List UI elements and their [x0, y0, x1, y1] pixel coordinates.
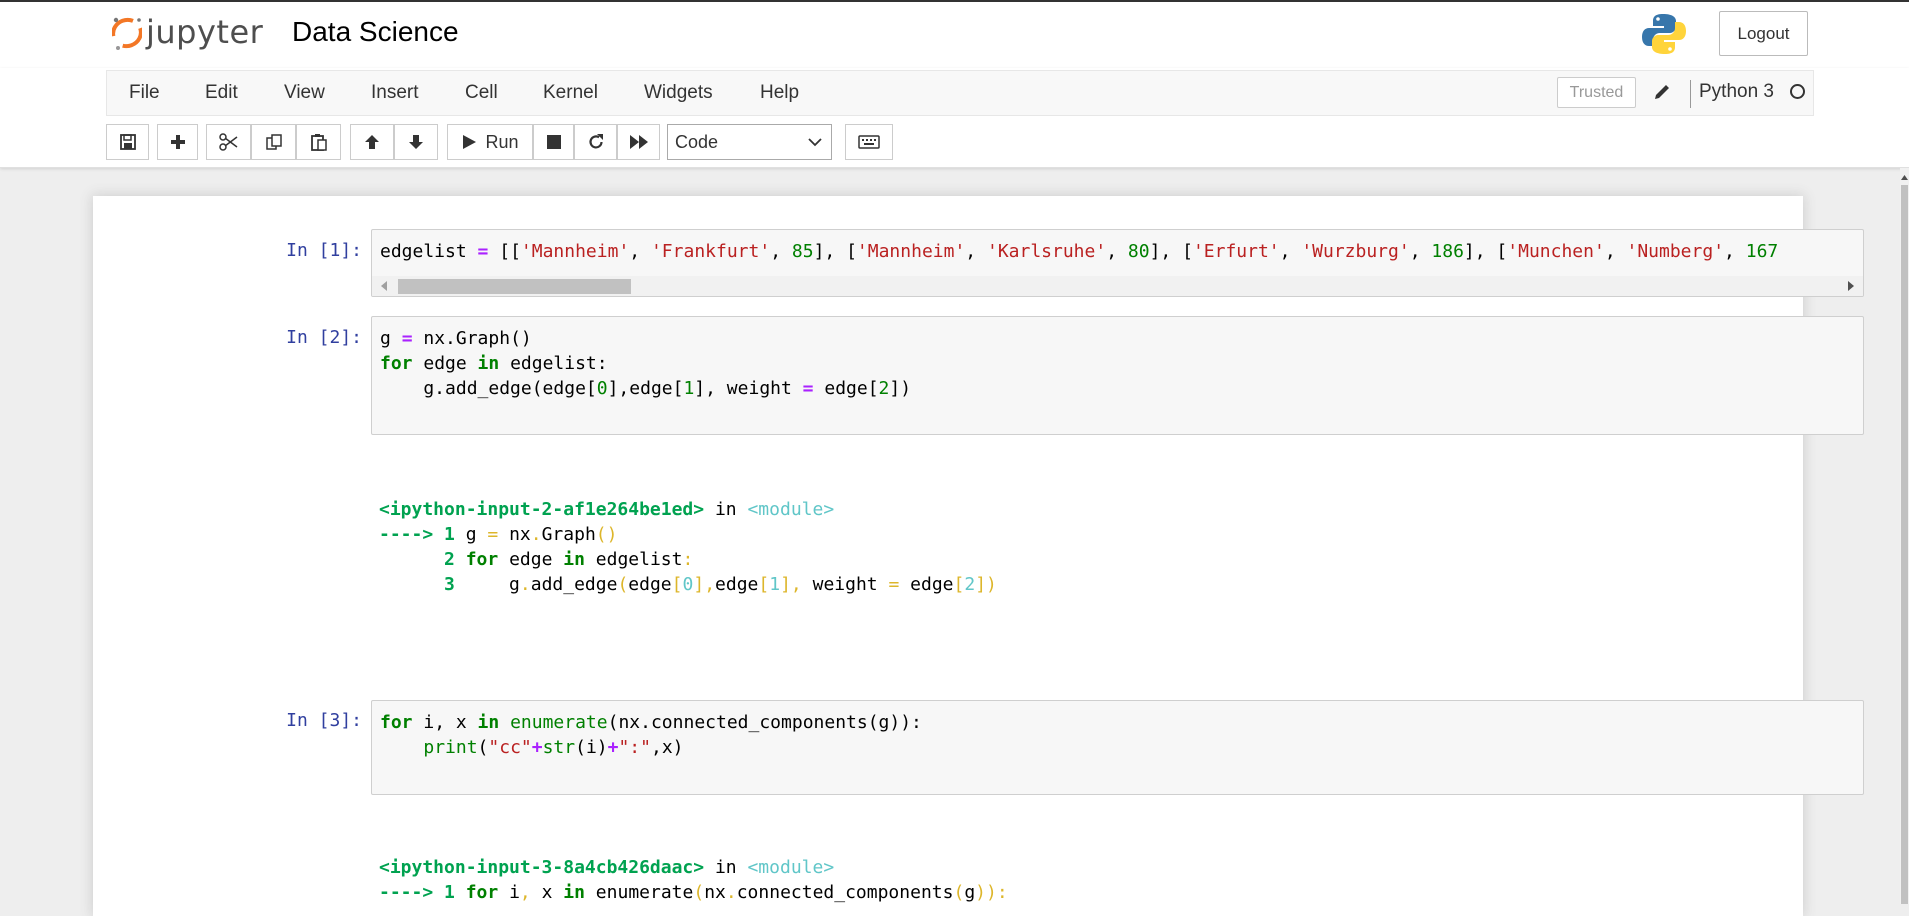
restart-icon [588, 134, 603, 149]
menu-edit[interactable]: Edit [205, 82, 238, 104]
play-icon [463, 135, 477, 149]
logout-button[interactable]: Logout [1719, 11, 1808, 56]
cell-prompt: In [2]: [286, 327, 362, 348]
cut-icon [218, 133, 237, 151]
arrow-up-icon [365, 135, 379, 149]
run-label: Run [485, 131, 519, 152]
cell-prompt: In [3]: [286, 710, 362, 731]
menu-divider [1690, 80, 1691, 108]
traceback-line: ----> 1 for i, x in enumerate(nx.connect… [379, 882, 1008, 903]
kernel-idle-indicator-icon [1790, 84, 1805, 99]
cell-type-select[interactable]: Code [667, 124, 832, 160]
menu-widgets[interactable]: Widgets [644, 82, 713, 104]
plus-icon [170, 135, 185, 149]
chevron-down-icon [808, 138, 822, 147]
code-line: g = nx.Graph() [380, 328, 532, 349]
jupyter-logo-icon [112, 17, 142, 50]
edit-pencil-icon[interactable] [1653, 83, 1671, 106]
cell-prompt: In [1]: [286, 240, 362, 261]
code-cell-1[interactable]: edgelist = [['Mannheim', 'Frankfurt', 85… [371, 229, 1864, 297]
restart-button[interactable] [574, 124, 617, 160]
jupyter-logo[interactable]: jupyter [112, 12, 263, 52]
paste-button[interactable] [296, 124, 341, 160]
traceback-line: 2 for edge in edgelist: [444, 549, 694, 570]
code-cell-3[interactable]: for i, x in enumerate(nx.connected_compo… [371, 700, 1864, 795]
logo-text: jupyter [146, 13, 264, 51]
code-line: print("cc"+str(i)+":",x) [423, 737, 684, 758]
menu-view[interactable]: View [284, 82, 325, 104]
copy-icon [265, 134, 282, 150]
header-bar: jupyter Data Science Logout [0, 0, 1909, 68]
arrow-down-icon [409, 135, 423, 149]
insert-cell-button[interactable] [157, 124, 198, 160]
interrupt-button[interactable] [533, 124, 574, 160]
cell-type-value: Code [675, 131, 719, 152]
menu-file[interactable]: File [129, 82, 160, 104]
kernel-name[interactable]: Python 3 [1699, 81, 1774, 103]
scroll-right-icon[interactable] [1847, 281, 1855, 291]
traceback-line: ----> 1 g = nx.Graph() [379, 524, 618, 545]
run-button[interactable]: Run [447, 124, 533, 160]
scroll-left-icon[interactable] [380, 281, 388, 291]
traceback-line: 3 g.add_edge(edge[0],edge[1], weight = e… [444, 574, 997, 595]
traceback-line: <ipython-input-3-8a4cb426daac> in <modul… [379, 857, 835, 878]
menu-help[interactable]: Help [760, 82, 799, 104]
keyboard-icon [858, 135, 880, 149]
code-line: edgelist = [['Mannheim', 'Frankfurt', 85… [380, 241, 1779, 262]
code-line: for i, x in enumerate(nx.connected_compo… [380, 712, 922, 733]
save-icon [119, 134, 136, 150]
horizontal-scrollbar-thumb[interactable] [398, 279, 631, 294]
menu-cell[interactable]: Cell [465, 82, 498, 104]
stop-icon [546, 135, 561, 149]
save-button[interactable] [106, 124, 149, 160]
cut-button[interactable] [206, 124, 251, 160]
paste-icon [310, 134, 327, 151]
traceback-line: <ipython-input-2-af1e264be1ed> in <modul… [379, 499, 835, 520]
code-line: g.add_edge(edge[0],edge[1], weight = edg… [380, 378, 912, 399]
menu-kernel[interactable]: Kernel [543, 82, 598, 104]
scroll-up-icon[interactable] [1901, 174, 1908, 181]
page-scrollbar-thumb[interactable] [1901, 185, 1908, 904]
code-line: for edge in edgelist: [380, 353, 608, 374]
trusted-badge[interactable]: Trusted [1557, 77, 1636, 108]
command-palette-button[interactable] [845, 124, 893, 160]
code-cell-2[interactable]: g = nx.Graph() for edge in edgelist: g.a… [371, 316, 1864, 435]
horizontal-scrollbar[interactable] [372, 276, 1863, 296]
menu-insert[interactable]: Insert [371, 82, 419, 104]
copy-button[interactable] [251, 124, 296, 160]
move-down-button[interactable] [394, 124, 438, 160]
python-logo-icon [1642, 12, 1686, 61]
notebook-title[interactable]: Data Science [292, 16, 459, 48]
restart-run-all-button[interactable] [617, 124, 660, 160]
fast-forward-icon [629, 135, 648, 149]
move-up-button[interactable] [350, 124, 394, 160]
notebook-container: In [1]: edgelist = [['Mannheim', 'Frankf… [93, 196, 1864, 916]
